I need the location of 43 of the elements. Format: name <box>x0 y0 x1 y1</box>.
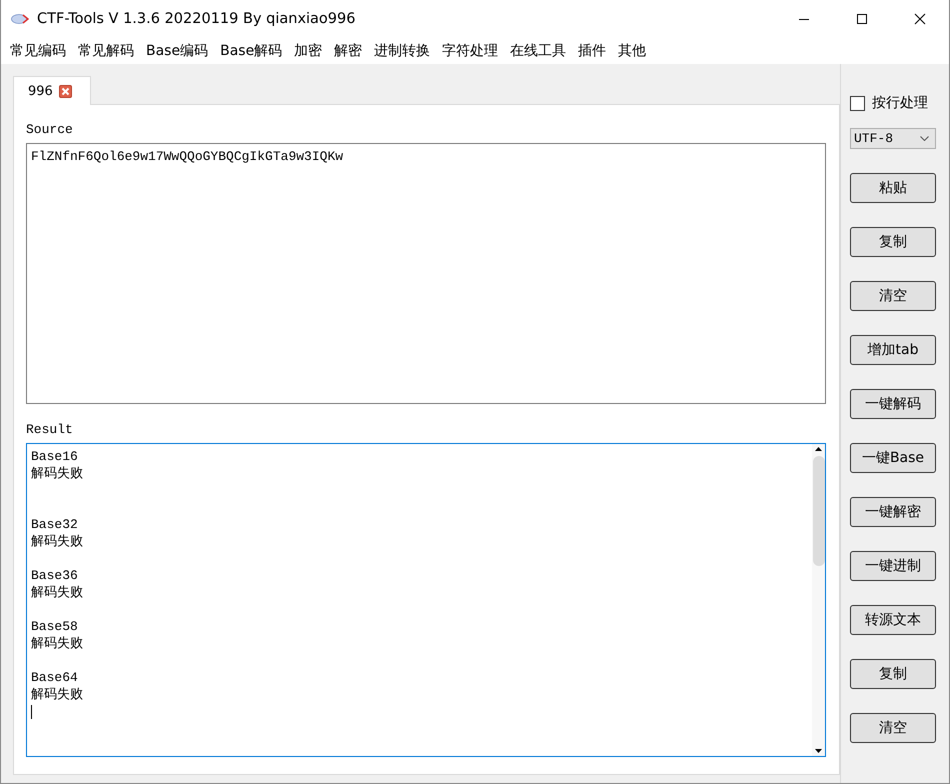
tab[interactable]: 996 <box>13 76 91 105</box>
menu-item[interactable]: 其他 <box>612 40 652 62</box>
close-icon <box>914 13 926 25</box>
action-button[interactable]: 转源文本 <box>850 605 936 635</box>
action-button[interactable]: 清空 <box>850 281 936 311</box>
action-button[interactable]: 一键解码 <box>850 389 936 419</box>
menu-item[interactable]: 常见解码 <box>72 40 140 62</box>
chevron-down-icon <box>920 136 929 141</box>
action-button[interactable]: 复制 <box>850 659 936 689</box>
scrollbar-thumb[interactable] <box>812 456 824 566</box>
encoding-dropdown[interactable]: UTF-8 <box>850 128 936 149</box>
source-text: FlZNfnF6Qol6e9w17WwQQoGYBQCgIkGTa9w3IQKw <box>30 148 344 166</box>
menu-item[interactable]: Base解码 <box>214 40 288 62</box>
action-button[interactable]: 一键进制 <box>850 551 936 581</box>
text-caret-icon <box>31 705 32 719</box>
action-button[interactable]: 复制 <box>850 227 936 257</box>
menu-item[interactable]: 解密 <box>328 40 368 62</box>
menu-item[interactable]: Base编码 <box>140 40 214 62</box>
action-button[interactable]: 清空 <box>850 713 936 743</box>
menu-item[interactable]: 进制转换 <box>368 40 436 62</box>
app-logo-icon <box>11 14 29 24</box>
tab-close-icon[interactable] <box>58 84 72 98</box>
menu-item[interactable]: 常见编码 <box>4 40 72 62</box>
checkbox-label: 按行处理 <box>872 94 928 112</box>
scroll-up-icon[interactable] <box>815 447 822 451</box>
menu-item[interactable]: 插件 <box>572 40 612 62</box>
window-title: CTF-Tools V 1.3.6 20220119 By qianxiao996 <box>37 11 356 27</box>
result-text: Base16 解码失败 Base32 解码失败 Base36 解码失败 Base58 解码失败 Base64 解码失败 <box>30 448 84 703</box>
scroll-down-icon[interactable] <box>815 749 822 753</box>
menu-item[interactable]: 在线工具 <box>504 40 572 62</box>
menu-item[interactable]: 字符处理 <box>436 40 504 62</box>
section-label: Result <box>26 422 73 439</box>
action-button[interactable]: 增加tab <box>850 335 936 365</box>
source-text-area[interactable]: FlZNfnF6Qol6e9w17WwQQoGYBQCgIkGTa9w3IQKw <box>26 143 826 404</box>
checkbox[interactable] <box>850 96 865 110</box>
action-button[interactable]: 一键Base <box>850 443 936 473</box>
action-button[interactable]: 粘贴 <box>850 173 936 203</box>
maximize-icon <box>856 13 868 25</box>
scrollbar[interactable] <box>812 444 825 756</box>
menu-item[interactable]: 加密 <box>288 40 328 62</box>
result-text-area[interactable]: Base16 解码失败 Base32 解码失败 Base36 解码失败 Base58 解码失败 Base64 解码失败 <box>26 443 826 757</box>
action-button[interactable]: 一键解密 <box>850 497 936 527</box>
section-label: Source <box>26 122 73 139</box>
